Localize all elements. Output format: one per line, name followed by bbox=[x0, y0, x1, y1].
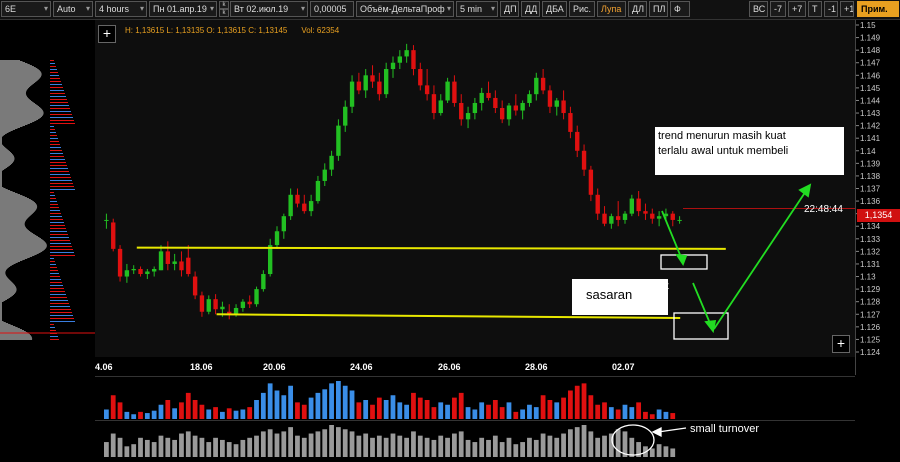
annotation-overlay bbox=[611, 183, 812, 456]
target-box-2 bbox=[673, 312, 729, 340]
forecast-arrows bbox=[661, 183, 812, 334]
turnover-arrow bbox=[651, 426, 687, 438]
turnover-highlight bbox=[611, 424, 655, 456]
turnover-label: small turnover bbox=[690, 423, 760, 435]
